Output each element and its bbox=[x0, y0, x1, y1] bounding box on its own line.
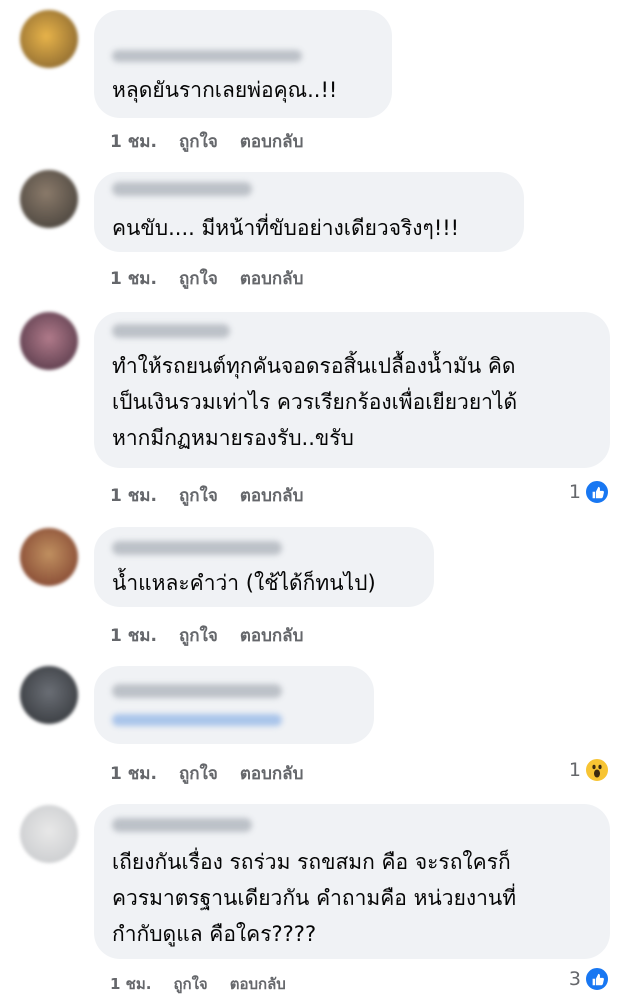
reply-button[interactable]: ตอบกลับ bbox=[240, 482, 304, 509]
avatar[interactable] bbox=[20, 312, 78, 370]
reply-button[interactable]: ตอบกลับ bbox=[240, 622, 304, 649]
comment-actions: 1 ชม. ถูกใจ ตอบกลับ bbox=[110, 265, 303, 292]
comment-bubble: คนขับ.... มีหน้าที่ขับอย่างเดียวจริงๆ!!! bbox=[94, 172, 524, 252]
like-button[interactable]: ถูกใจ bbox=[173, 972, 207, 996]
like-button[interactable]: ถูกใจ bbox=[179, 265, 218, 292]
comment-text: หลุดยันรากเลยพ่อคุณ..!! bbox=[112, 78, 338, 102]
commenter-name[interactable] bbox=[112, 50, 302, 62]
comment-actions: 1 ชม. ถูกใจ ตอบกลับ bbox=[110, 760, 303, 787]
reply-button[interactable]: ตอบกลับ bbox=[230, 972, 286, 996]
comment-text: เถียงกันเรื่อง รถร่วม รถขสมก คือ จะรถใคร… bbox=[112, 850, 517, 946]
comment-bubble: ทำให้รถยนต์ทุกคันจอดรอสิ้นเปลื้องน้ำมัน … bbox=[94, 312, 610, 468]
comment-bubble bbox=[94, 666, 374, 744]
like-button[interactable]: ถูกใจ bbox=[179, 622, 218, 649]
like-button[interactable]: ถูกใจ bbox=[179, 482, 218, 509]
comment-time[interactable]: 1 ชม. bbox=[110, 128, 157, 155]
reaction-summary[interactable]: 1 bbox=[569, 757, 610, 783]
comment-text: ทำให้รถยนต์ทุกคันจอดรอสิ้นเปลื้องน้ำมัน … bbox=[112, 354, 518, 450]
reaction-summary[interactable]: 1 bbox=[569, 479, 610, 505]
comment-time[interactable]: 1 ชม. bbox=[110, 265, 157, 292]
avatar[interactable] bbox=[20, 170, 78, 228]
wow-icon bbox=[584, 757, 610, 783]
reply-button[interactable]: ตอบกลับ bbox=[240, 128, 304, 155]
avatar[interactable] bbox=[20, 805, 78, 863]
comment-bubble: น้ำแหละคำว่า (ใช้ได้ก็ทนไป) bbox=[94, 527, 434, 607]
like-button[interactable]: ถูกใจ bbox=[179, 128, 218, 155]
comment-time[interactable]: 1 ชม. bbox=[110, 760, 157, 787]
reply-button[interactable]: ตอบกลับ bbox=[240, 760, 304, 787]
comment-time[interactable]: 1 ชม. bbox=[110, 482, 157, 509]
comment-actions: 1 ชม. ถูกใจ ตอบกลับ bbox=[110, 128, 303, 155]
like-icon bbox=[584, 479, 610, 505]
commenter-name[interactable] bbox=[112, 182, 252, 196]
comment-text: คนขับ.... มีหน้าที่ขับอย่างเดียวจริงๆ!!! bbox=[112, 216, 460, 240]
commenter-name[interactable] bbox=[112, 684, 282, 698]
like-icon bbox=[584, 966, 610, 992]
comment-bubble: หลุดยันรากเลยพ่อคุณ..!! bbox=[94, 10, 392, 118]
reaction-count: 1 bbox=[568, 759, 581, 781]
avatar[interactable] bbox=[20, 528, 78, 586]
comment-actions: 1 ชม. ถูกใจ ตอบกลับ bbox=[110, 482, 303, 509]
reply-button[interactable]: ตอบกลับ bbox=[240, 265, 304, 292]
reaction-count: 3 bbox=[568, 968, 581, 990]
comment-bubble: เถียงกันเรื่อง รถร่วม รถขสมก คือ จะรถใคร… bbox=[94, 804, 610, 959]
comment-text: น้ำแหละคำว่า (ใช้ได้ก็ทนไป) bbox=[112, 571, 376, 595]
comment-actions: 1 ชม. ถูกใจ ตอบกลับ bbox=[110, 622, 303, 649]
reaction-count: 1 bbox=[568, 481, 581, 503]
commenter-name[interactable] bbox=[112, 324, 230, 338]
reaction-summary[interactable]: 3 bbox=[569, 966, 610, 992]
commenter-name[interactable] bbox=[112, 541, 282, 555]
comment-time[interactable]: 1 ชม. bbox=[110, 622, 157, 649]
comment-actions: 1 ชม. ถูกใจ ตอบกลับ bbox=[110, 972, 286, 996]
comment-time[interactable]: 1 ชม. bbox=[110, 972, 151, 996]
like-button[interactable]: ถูกใจ bbox=[179, 760, 218, 787]
avatar[interactable] bbox=[20, 666, 78, 724]
commenter-name[interactable] bbox=[112, 818, 252, 832]
avatar[interactable] bbox=[20, 10, 78, 68]
link-preview[interactable] bbox=[112, 714, 282, 726]
